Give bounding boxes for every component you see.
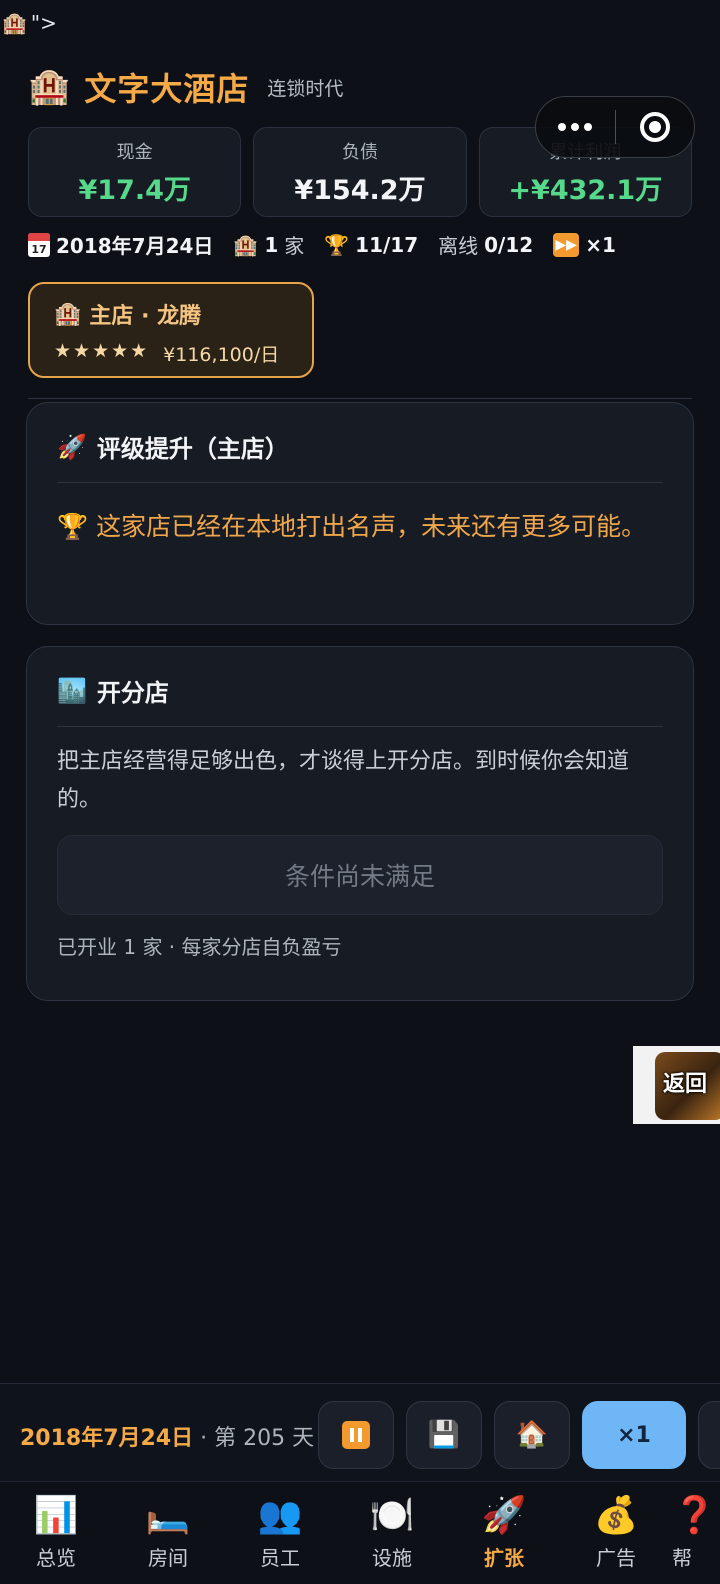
tab-ads[interactable]: 💰 广告	[560, 1482, 672, 1584]
stat-value: ¥17.4万	[78, 174, 191, 206]
hotel-income: ¥116,100/日	[163, 344, 280, 366]
fast-forward-icon: ▶▶	[553, 232, 580, 257]
people-icon: 👥	[257, 1495, 303, 1536]
next-control-button[interactable]	[698, 1401, 720, 1469]
hotel-chip-main[interactable]: 🏨 主店 · 龙腾 ★★★★★ ¥116,100/日	[28, 282, 314, 378]
open-branch-button[interactable]: 条件尚未满足	[57, 835, 663, 915]
hotel-name: 🏨 主店 · 龙腾	[54, 298, 288, 330]
house-icon: 🏠	[515, 1420, 549, 1450]
tab-label: 广告	[596, 1546, 636, 1570]
tab-overview[interactable]: 📊 总览	[0, 1482, 112, 1584]
card-title: 🚀 评级提升（主店）	[57, 429, 663, 483]
date-text: 2018年7月24日	[56, 234, 214, 258]
card-body: 把主店经营得足够出色，才谈得上开分店。到时候你会知道的。	[57, 749, 630, 812]
tab-staff[interactable]: 👥 员工	[224, 1482, 336, 1584]
speed-text: ×1	[585, 232, 616, 257]
rocket-icon: 🚀	[481, 1495, 527, 1536]
save-button[interactable]: 💾	[406, 1401, 482, 1469]
hotel-icon: 🏨	[2, 11, 27, 35]
app-title: 文字大酒店	[84, 70, 250, 108]
star-rating: ★★★★★	[54, 340, 150, 362]
pause-icon	[342, 1421, 370, 1449]
control-bar: 2018年7月24日 · 第 205 天 💾 🏠 ×1	[0, 1383, 720, 1481]
stat-value: +¥432.1万	[508, 174, 663, 206]
section-divider	[28, 398, 692, 399]
offline-label: 离线	[438, 234, 479, 258]
pause-button[interactable]	[318, 1401, 394, 1469]
city-icon: 🏙️	[57, 676, 87, 705]
offline-info: 离线 0/12	[438, 230, 533, 259]
tab-help[interactable]: ❓ 帮	[672, 1482, 720, 1584]
tab-label: 员工	[260, 1546, 300, 1570]
back-label: 返回	[663, 1072, 708, 1097]
bar-chart-icon: 📊	[33, 1495, 79, 1536]
target-icon	[639, 112, 670, 142]
tab-label: 帮	[672, 1546, 692, 1570]
card-body: 🏆 这家店已经在本地打出名声，未来还有更多可能。	[57, 512, 647, 541]
stat-cash: 现金 ¥17.4万	[28, 127, 242, 217]
stat-label: 负债	[341, 141, 378, 163]
info-row: 17 2018年7月24日 🏨 1 家 🏆 11/17 离线 0/12 ▶▶ ×…	[28, 230, 616, 259]
bed-icon: 🛏️	[145, 1495, 191, 1536]
branch-card: 🏙️ 开分店 把主店经营得足够出色，才谈得上开分店。到时候你会知道的。 条件尚未…	[26, 646, 694, 1001]
game-date: 2018年7月24日 · 第 205 天	[20, 1420, 314, 1452]
stray-artifact: 🏨 ">	[2, 6, 57, 40]
tab-expansion[interactable]: 🚀 扩张	[448, 1482, 560, 1584]
home-button[interactable]: 🏠	[494, 1401, 570, 1469]
game-date-text: 2018年7月24日	[20, 1426, 194, 1451]
card-title-text: 评级提升（主店）	[96, 435, 289, 463]
hotel-meta: ★★★★★ ¥116,100/日	[54, 340, 288, 367]
calendar-icon: 17	[28, 232, 50, 257]
tab-rooms[interactable]: 🛏️ 房间	[112, 1482, 224, 1584]
tab-label: 设施	[372, 1546, 412, 1570]
stray-text: ">	[30, 11, 57, 35]
floating-back-button[interactable]: 返回	[633, 1046, 720, 1124]
card-title-text: 开分店	[96, 679, 169, 707]
floppy-disk-icon: 💾	[427, 1420, 461, 1450]
tab-label: 房间	[148, 1546, 188, 1570]
stat-debt: 负债 ¥154.2万	[253, 127, 467, 217]
branch-footer: 已开业 1 家 · 每家分店自负盈亏	[57, 935, 342, 959]
money-bag-icon: 💰	[593, 1495, 639, 1536]
speed-button[interactable]: ×1	[582, 1401, 686, 1469]
app-header: 🏨 文字大酒店 连锁时代	[28, 64, 343, 110]
trophy-text: 11/17	[355, 232, 419, 257]
rocket-icon: 🚀	[57, 432, 87, 461]
date-info: 17 2018年7月24日	[28, 230, 213, 259]
rating-card: 🚀 评级提升（主店） 🏆 这家店已经在本地打出名声，未来还有更多可能。	[26, 402, 694, 625]
card-title: 🏙️ 开分店	[57, 673, 663, 727]
tab-label: 扩张	[484, 1546, 524, 1570]
close-miniprogram-button[interactable]	[616, 97, 695, 157]
tab-label: 总览	[36, 1546, 76, 1570]
stat-value: ¥154.2万	[294, 174, 426, 206]
speed-info: ▶▶ ×1	[553, 232, 616, 257]
hotels-info: 🏨 1 家	[233, 230, 304, 259]
plate-icon: 🍽️	[369, 1495, 415, 1536]
hotel-icon: 🏨	[28, 67, 71, 107]
hotel-icon: 🏨	[233, 232, 259, 257]
more-button[interactable]	[536, 97, 615, 157]
trophy-icon: 🏆	[324, 232, 350, 257]
miniprogram-capsule	[535, 96, 695, 158]
tab-facilities[interactable]: 🍽️ 设施	[336, 1482, 448, 1584]
hotel-name-text: 主店 · 龙腾	[89, 304, 202, 329]
hotels-unit: 家	[284, 234, 305, 258]
stat-label: 现金	[116, 141, 153, 163]
help-icon: ❓	[672, 1495, 717, 1536]
app-subtitle: 连锁时代	[267, 77, 344, 100]
game-day-text: · 第 205 天	[200, 1426, 315, 1451]
offline-value: 0/12	[484, 232, 534, 257]
trophy-info: 🏆 11/17	[324, 233, 418, 257]
hotels-count: 1	[264, 232, 279, 257]
tab-bar: 📊 总览 🛏️ 房间 👥 员工 🍽️ 设施 🚀 扩张 💰 广告 ❓ 帮	[0, 1481, 720, 1584]
hotel-icon: 🏨	[54, 301, 82, 327]
